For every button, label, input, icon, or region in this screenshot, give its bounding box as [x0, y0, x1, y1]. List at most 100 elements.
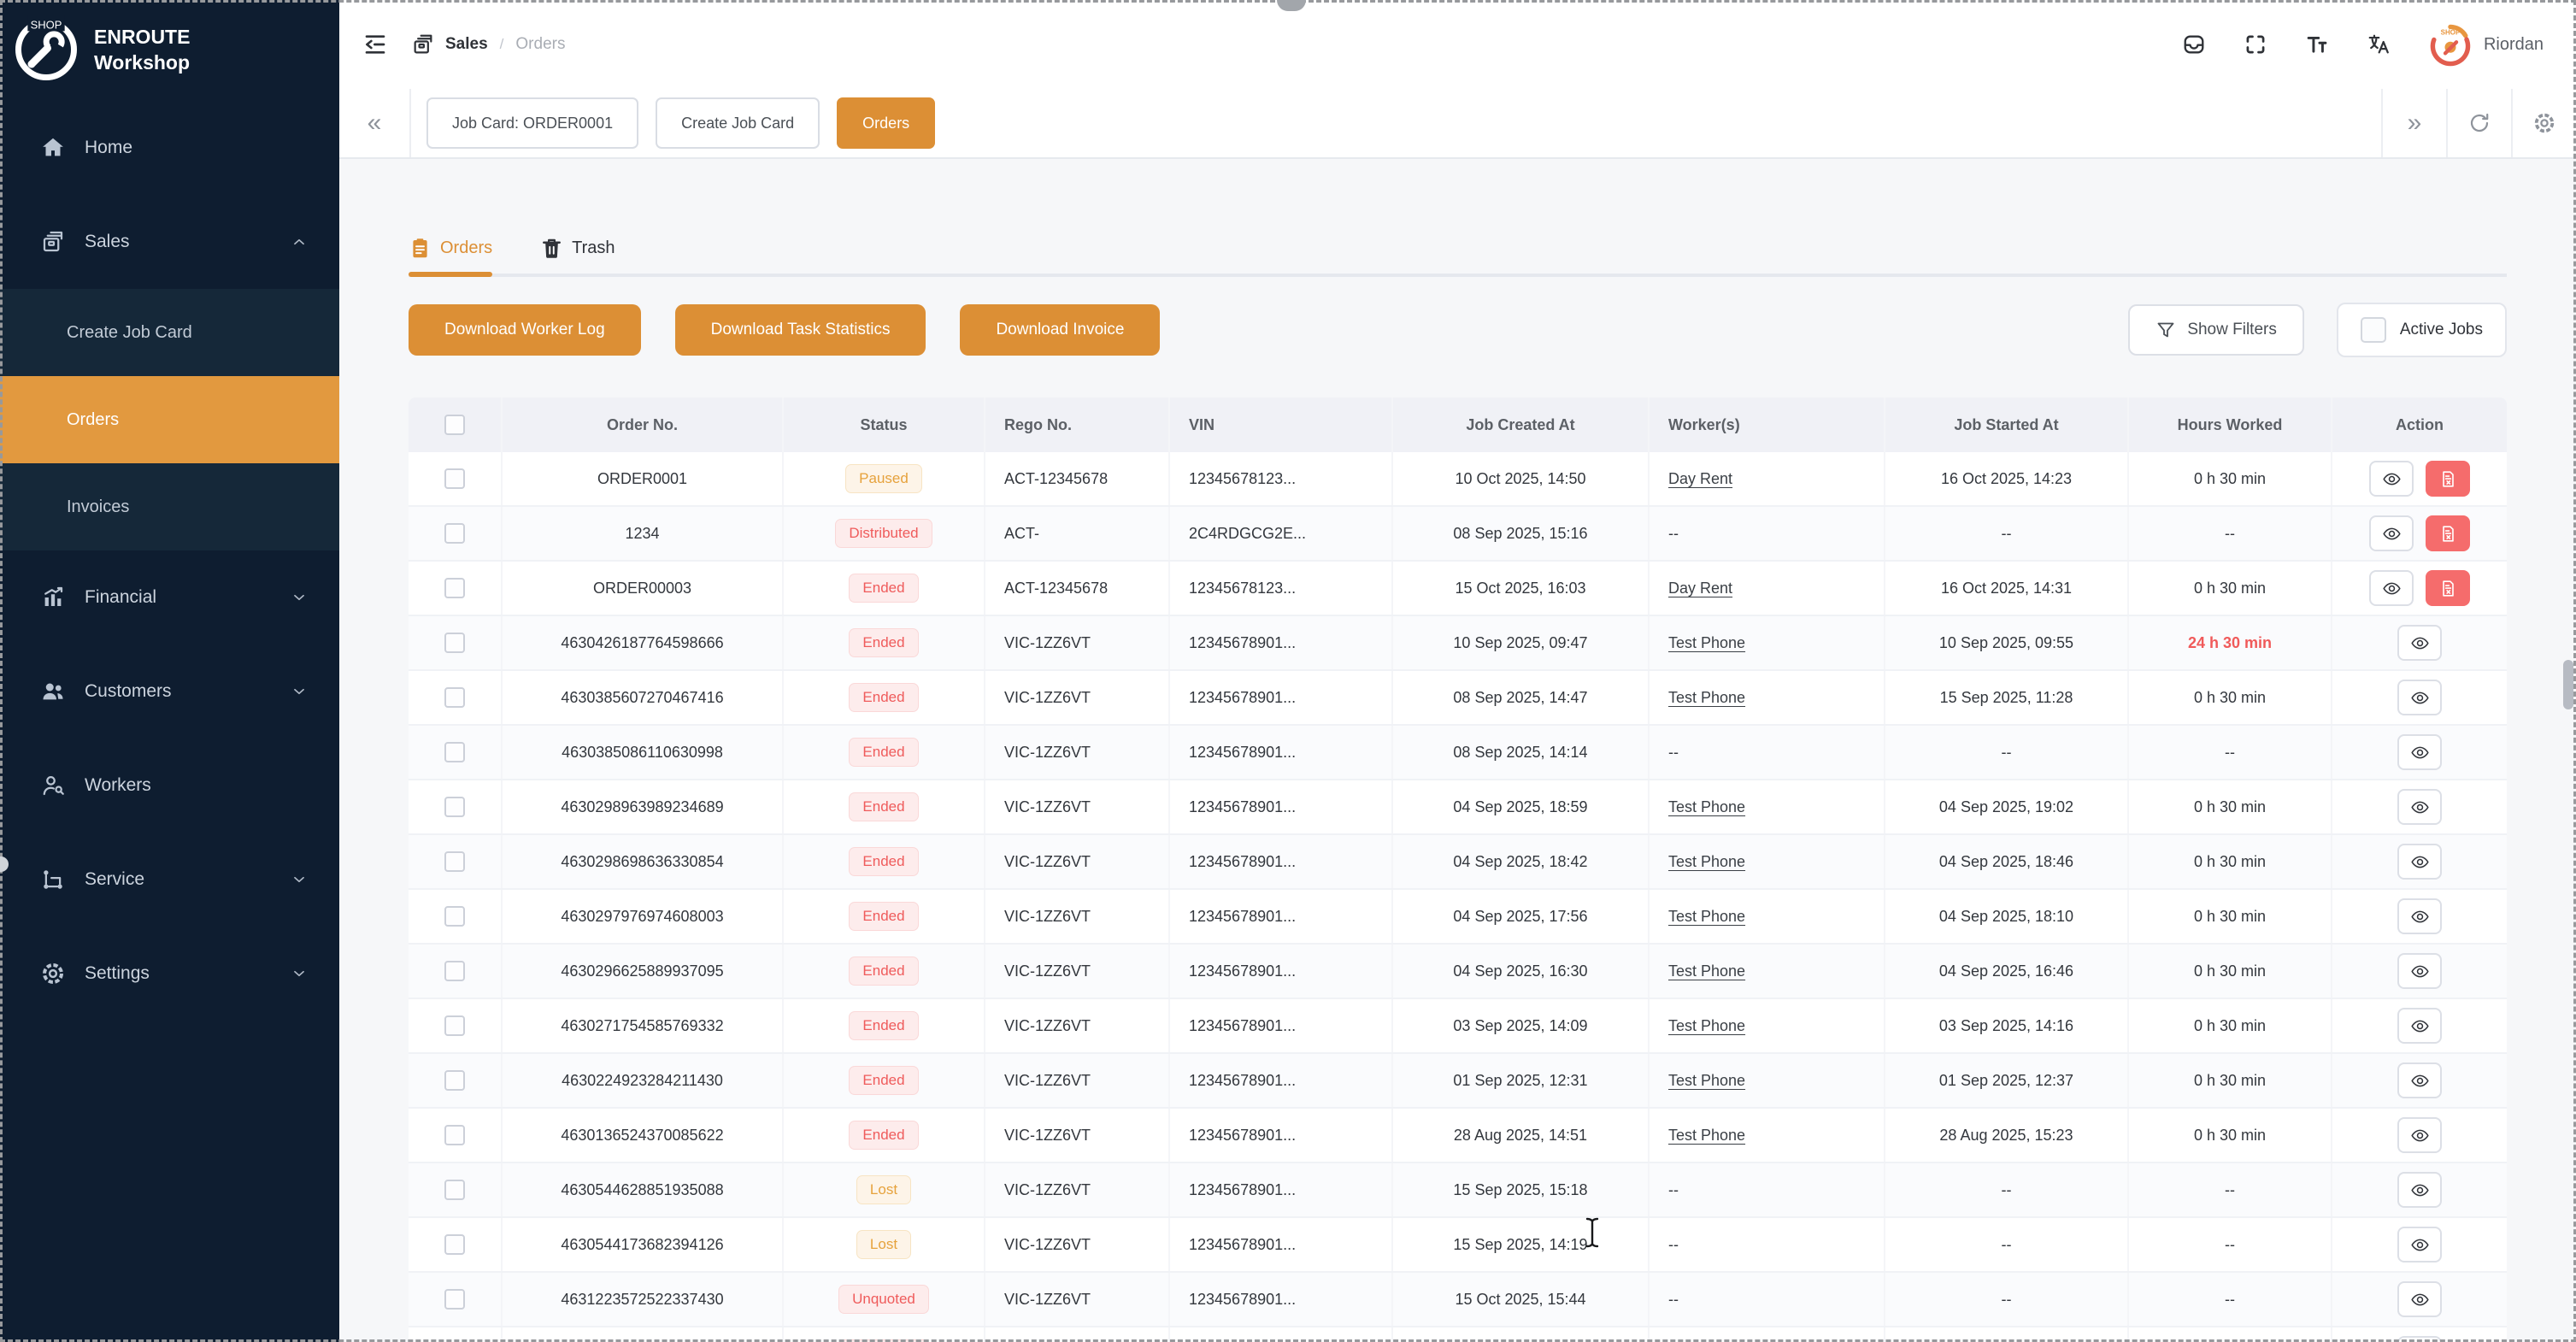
view-order-button[interactable]: [2397, 1281, 2442, 1317]
translate-icon[interactable]: [2367, 32, 2391, 56]
view-icon: [2410, 1126, 2430, 1145]
sidebar-item-settings[interactable]: Settings: [0, 927, 339, 1021]
user-menu[interactable]: SHOP Riordan: [2428, 22, 2544, 67]
active-jobs-checkbox[interactable]: [2361, 317, 2386, 343]
cell-status: Paused: [784, 452, 985, 505]
sidebar-item-service[interactable]: Service: [0, 833, 339, 927]
cell-created: 15 Sep 2025, 15:18: [1393, 1163, 1650, 1216]
sidebar-item-customers[interactable]: Customers: [0, 645, 339, 739]
font-size-icon[interactable]: [2305, 32, 2329, 56]
row-checkbox[interactable]: [444, 1015, 465, 1036]
vin-value: 12345678901...: [1189, 689, 1296, 707]
row-checkbox[interactable]: [444, 578, 465, 598]
scrollbar-thumb[interactable]: [2563, 660, 2573, 709]
view-order-button[interactable]: [2397, 734, 2442, 770]
view-order-button[interactable]: [2397, 1336, 2442, 1342]
cell-started: 04 Sep 2025, 18:10: [1885, 890, 2129, 943]
worker-link[interactable]: Test Phone: [1668, 798, 1745, 816]
view-order-button[interactable]: [2369, 570, 2414, 606]
row-checkbox[interactable]: [444, 797, 465, 817]
delete-invoice-button[interactable]: [2426, 570, 2470, 606]
worker-link[interactable]: Test Phone: [1668, 634, 1745, 652]
show-filters-button[interactable]: Show Filters: [2128, 304, 2304, 356]
order-value: 4631223572522337430: [561, 1291, 723, 1309]
view-order-button[interactable]: [2397, 625, 2442, 661]
row-checkbox[interactable]: [444, 961, 465, 981]
tabs-scroll-left-icon[interactable]: «: [339, 89, 411, 157]
sidebar-item-sales[interactable]: Sales: [0, 195, 339, 289]
view-icon: [2382, 524, 2402, 544]
sidebar-item-workers[interactable]: Workers: [0, 739, 339, 833]
app-logo[interactable]: SHOP ENROUTE Workshop: [0, 0, 339, 94]
sidebar-item-label: Home: [85, 138, 132, 158]
tab-orders[interactable]: Orders: [409, 237, 492, 260]
view-order-button[interactable]: [2397, 844, 2442, 880]
cell-started: --: [1885, 1218, 2129, 1271]
view-order-button[interactable]: [2369, 515, 2414, 551]
status-badge: Lost: [856, 1175, 911, 1204]
select-all-checkbox[interactable]: [444, 415, 465, 435]
cell-worker: Test Phone: [1650, 1109, 1885, 1162]
row-checkbox[interactable]: [444, 523, 465, 544]
active-jobs-toggle[interactable]: Active Jobs: [2337, 303, 2507, 357]
view-order-button[interactable]: [2397, 1227, 2442, 1263]
worker-link[interactable]: Test Phone: [1668, 853, 1745, 871]
view-order-button[interactable]: [2397, 680, 2442, 715]
download-task-statistics-button[interactable]: Download Task Statistics: [675, 304, 926, 356]
vin-value: 12345678901...: [1189, 908, 1296, 926]
row-checkbox[interactable]: [444, 633, 465, 653]
workspace-tab-2[interactable]: Orders: [837, 97, 935, 149]
row-checkbox[interactable]: [444, 687, 465, 708]
view-order-button[interactable]: [2397, 1062, 2442, 1098]
workspace-tab-0[interactable]: Job Card: ORDER0001: [426, 97, 638, 149]
view-order-button[interactable]: [2397, 1008, 2442, 1044]
view-order-button[interactable]: [2397, 1172, 2442, 1208]
collapse-sidebar-icon[interactable]: [362, 31, 389, 58]
cell-vin: 12345678901...: [1170, 999, 1393, 1052]
delete-invoice-button[interactable]: [2426, 515, 2470, 551]
view-order-button[interactable]: [2369, 461, 2414, 497]
row-checkbox[interactable]: [444, 1289, 465, 1310]
status-badge: Ended: [849, 792, 918, 821]
worker-link[interactable]: Test Phone: [1668, 908, 1745, 926]
cell-check: [409, 1327, 503, 1342]
tab-settings-gear-icon[interactable]: [2511, 89, 2576, 157]
view-order-button[interactable]: [2397, 953, 2442, 989]
row-checkbox[interactable]: [444, 906, 465, 927]
download-invoice-button[interactable]: Download Invoice: [960, 304, 1160, 356]
cell-created: 04 Sep 2025, 16:30: [1393, 945, 1650, 998]
row-checkbox[interactable]: [444, 1180, 465, 1200]
row-checkbox[interactable]: [444, 1234, 465, 1255]
table-row: 1234DistributedACT-2C4RDGCG2E...08 Sep 2…: [409, 507, 2507, 562]
inbox-icon[interactable]: [2182, 32, 2206, 56]
breadcrumb-section[interactable]: Sales: [445, 35, 488, 54]
worker-link[interactable]: Day Rent: [1668, 580, 1732, 597]
worker-link[interactable]: Test Phone: [1668, 689, 1745, 707]
worker-link[interactable]: Test Phone: [1668, 1072, 1745, 1090]
sidebar-item-invoices[interactable]: Invoices: [0, 463, 339, 550]
row-checkbox[interactable]: [444, 1070, 465, 1091]
tabs-scroll-right-icon[interactable]: »: [2381, 89, 2446, 157]
tab-trash[interactable]: Trash: [540, 237, 615, 260]
view-order-button[interactable]: [2397, 898, 2442, 934]
view-order-button[interactable]: [2397, 789, 2442, 825]
sidebar-item-financial[interactable]: Financial: [0, 550, 339, 645]
download-worker-log-button[interactable]: Download Worker Log: [409, 304, 641, 356]
worker-link[interactable]: Day Rent: [1668, 470, 1732, 488]
row-checkbox[interactable]: [444, 742, 465, 762]
refresh-icon[interactable]: [2446, 89, 2511, 157]
sidebar-item-create-job-card[interactable]: Create Job Card: [0, 289, 339, 376]
worker-link[interactable]: Test Phone: [1668, 962, 1745, 980]
workspace-tab-1[interactable]: Create Job Card: [656, 97, 820, 149]
sidebar-item-orders[interactable]: Orders: [0, 376, 339, 463]
row-checkbox[interactable]: [444, 468, 465, 489]
worker-link[interactable]: Test Phone: [1668, 1127, 1745, 1145]
view-order-button[interactable]: [2397, 1117, 2442, 1153]
row-checkbox[interactable]: [444, 851, 465, 872]
row-checkbox[interactable]: [444, 1125, 465, 1145]
cell-worker: Test Phone: [1650, 945, 1885, 998]
sidebar-item-home[interactable]: Home: [0, 101, 339, 195]
worker-link[interactable]: Test Phone: [1668, 1017, 1745, 1035]
delete-invoice-button[interactable]: [2426, 461, 2470, 497]
fullscreen-icon[interactable]: [2244, 32, 2267, 56]
